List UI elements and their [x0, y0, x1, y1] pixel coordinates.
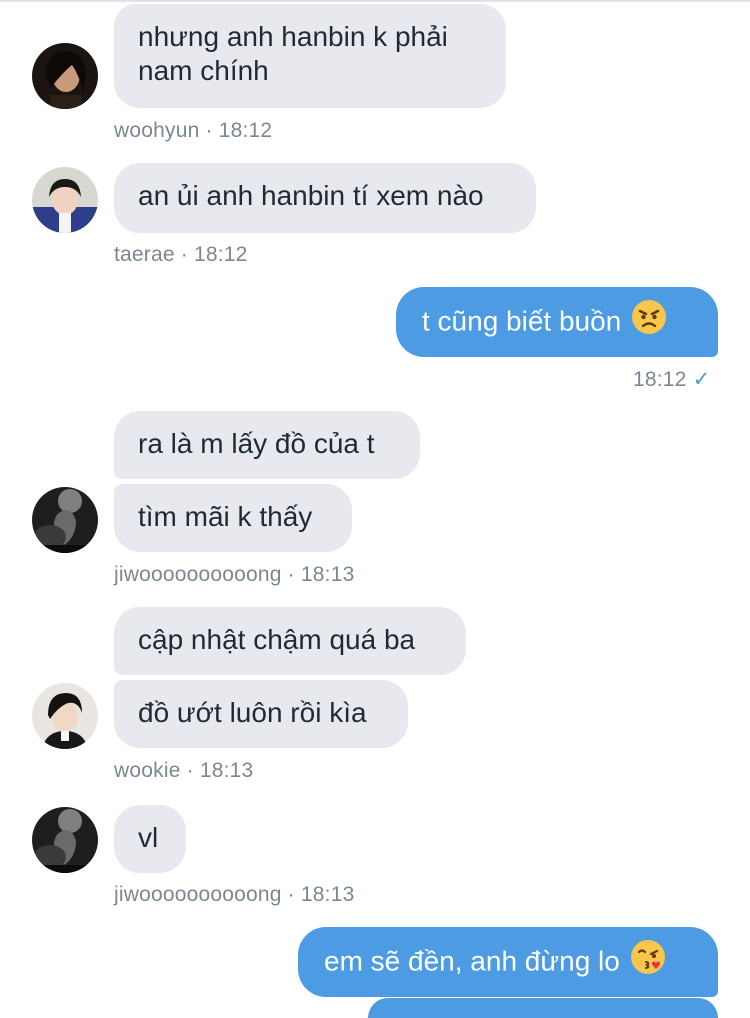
message-sender-time: jiwoooooooooong · 18:13 [114, 563, 355, 586]
message-text: cập nhật chậm quá ba [138, 624, 416, 655]
message-text: ra là m lấy đồ của t [138, 428, 375, 459]
avatar-taerae[interactable] [32, 167, 98, 233]
message-bubble[interactable]: nhưng anh hanbin k phải nam chính [114, 4, 506, 108]
angry-face-icon [631, 299, 667, 343]
message-bubble[interactable]: cập nhật chậm quá ba [114, 607, 466, 675]
message-sender-time: woohyun · 18:12 [114, 119, 273, 142]
avatar-woohyun[interactable] [32, 43, 98, 109]
message-line: nhưng anh hanbin k phải [138, 21, 448, 52]
message-sender-time: taerae · 18:12 [114, 243, 248, 266]
message-text: em sẽ đền, anh đừng lo [324, 945, 620, 977]
outgoing-message-bubble[interactable]: em sẽ đền, anh đừng lo [298, 927, 718, 997]
message-bubble[interactable]: vl [114, 805, 186, 873]
outgoing-message-bubble[interactable]: t cũng biết buồn [396, 287, 718, 357]
message-text: vl [138, 822, 159, 853]
outgoing-time: 18:12 ✓ [633, 367, 710, 392]
message-sender-time: jiwoooooooooong · 18:13 [114, 883, 355, 906]
message-line: nam chính [138, 55, 269, 86]
next-outgoing-bubble-edge [368, 998, 718, 1018]
time-text: 18:12 [633, 368, 687, 391]
message-text: t cũng biết buồn [422, 305, 622, 337]
kissing-face-icon [630, 939, 666, 983]
top-divider [0, 0, 750, 2]
message-text: đồ ướt luôn rồi kìa [138, 697, 367, 728]
message-bubble[interactable]: ra là m lấy đồ của t [114, 411, 420, 479]
message-bubble[interactable]: đồ ướt luôn rồi kìa [114, 680, 408, 748]
avatar-jiwoo[interactable] [32, 807, 98, 873]
avatar-jiwoo[interactable] [32, 487, 98, 553]
message-bubble[interactable]: an ủi anh hanbin tí xem nào [114, 163, 536, 233]
message-bubble[interactable]: tìm mãi k thấy [114, 484, 352, 552]
message-sender-time: wookie · 18:13 [114, 759, 254, 782]
sent-check-icon: ✓ [692, 368, 711, 391]
avatar-wookie[interactable] [32, 683, 98, 749]
message-text: an ủi anh hanbin tí xem nào [138, 180, 484, 211]
message-text: tìm mãi k thấy [138, 501, 313, 532]
